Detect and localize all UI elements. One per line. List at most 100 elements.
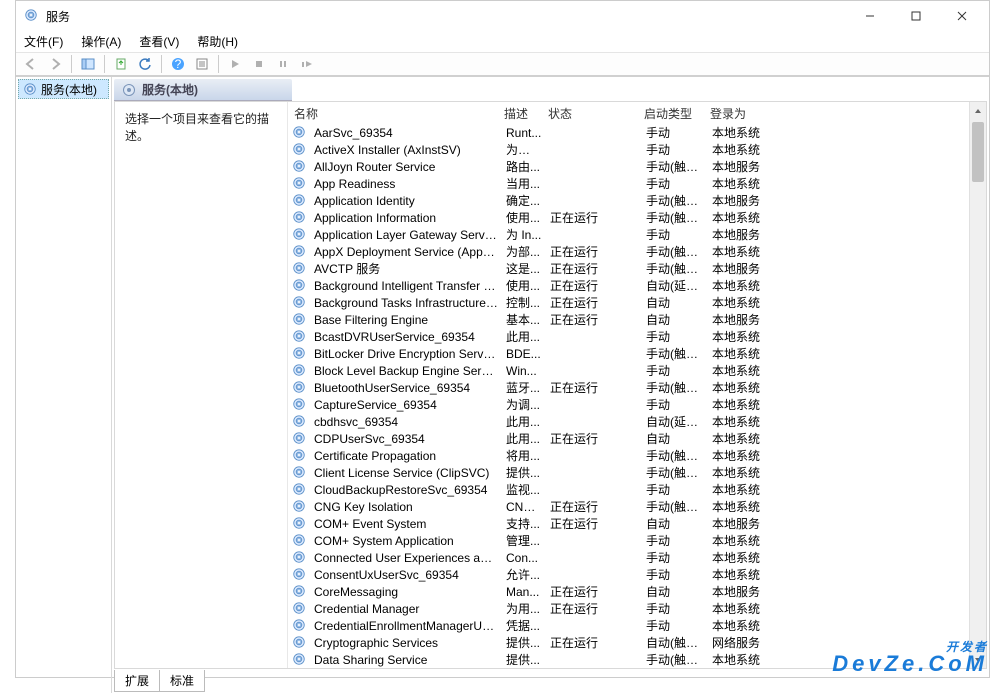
- cell-logon: 网络服务: [708, 634, 778, 651]
- refresh-button[interactable]: [134, 53, 156, 75]
- service-row[interactable]: Application Layer Gateway Service为 In...…: [288, 226, 986, 243]
- service-row[interactable]: ConsentUxUserSvc_69354允许...手动本地系统: [288, 566, 986, 583]
- service-icon: [292, 414, 308, 430]
- cell-desc: 管理...: [502, 532, 546, 549]
- cell-start: 自动: [642, 311, 708, 328]
- cell-name: AppX Deployment Service (AppXSVC): [310, 245, 502, 259]
- cell-name: Background Tasks Infrastructure Service: [310, 296, 502, 310]
- cell-desc: 为部...: [502, 243, 546, 260]
- service-row[interactable]: CloudBackupRestoreSvc_69354监视...手动本地系统: [288, 481, 986, 498]
- service-row[interactable]: AppX Deployment Service (AppXSVC)为部...正在…: [288, 243, 986, 260]
- scroll-up-button[interactable]: [970, 102, 986, 119]
- service-row[interactable]: CNG Key IsolationCNG...正在运行手动(触发...本地系统: [288, 498, 986, 515]
- col-header-status[interactable]: 状态: [542, 105, 638, 122]
- service-row[interactable]: Certificate Propagation将用...手动(触发...本地系统: [288, 447, 986, 464]
- service-icon: [292, 431, 308, 447]
- cell-logon: 本地系统: [708, 430, 778, 447]
- cell-start: 手动: [642, 175, 708, 192]
- cell-start: 手动: [642, 328, 708, 345]
- description-prompt: 选择一个项目来查看它的描述。: [125, 110, 277, 144]
- pause-service-button[interactable]: [272, 53, 294, 75]
- service-row[interactable]: CoreMessagingMan...正在运行自动本地服务: [288, 583, 986, 600]
- cell-logon: 本地系统: [708, 362, 778, 379]
- properties-button[interactable]: [191, 53, 213, 75]
- cell-name: COM+ Event System: [310, 517, 502, 531]
- col-header-name[interactable]: 名称: [288, 105, 498, 122]
- cell-logon: 本地系统: [708, 243, 778, 260]
- export-list-button[interactable]: [110, 53, 132, 75]
- service-row[interactable]: Application Information使用...正在运行手动(触发...…: [288, 209, 986, 226]
- cell-name: Certificate Propagation: [310, 449, 502, 463]
- cell-logon: 本地系统: [708, 328, 778, 345]
- col-header-start[interactable]: 启动类型: [638, 105, 704, 122]
- cell-start: 手动(触发...: [642, 345, 708, 362]
- cell-logon: 本地服务: [708, 226, 778, 243]
- cell-desc: 使用...: [502, 209, 546, 226]
- stop-service-button[interactable]: [248, 53, 270, 75]
- service-row[interactable]: Connected User Experiences and Telemetry…: [288, 549, 986, 566]
- service-row[interactable]: COM+ System Application管理...手动本地系统: [288, 532, 986, 549]
- cell-start: 手动(触发...: [642, 158, 708, 175]
- cell-logon: 本地系统: [708, 277, 778, 294]
- col-header-desc[interactable]: 描述: [498, 105, 542, 122]
- service-row[interactable]: BluetoothUserService_69354蓝牙...正在运行手动(触发…: [288, 379, 986, 396]
- column-headers: 名称 描述 状态 启动类型 登录为: [288, 102, 986, 124]
- service-row[interactable]: AllJoyn Router Service路由...手动(触发...本地服务: [288, 158, 986, 175]
- cell-desc: 此用...: [502, 430, 546, 447]
- service-row[interactable]: AarSvc_69354Runt...手动本地系统: [288, 124, 986, 141]
- service-row[interactable]: CDPUserSvc_69354此用...正在运行自动本地系统: [288, 430, 986, 447]
- cell-logon: 本地系统: [708, 617, 778, 634]
- cell-name: CloudBackupRestoreSvc_69354: [310, 483, 502, 497]
- service-row[interactable]: Base Filtering Engine基本...正在运行自动本地服务: [288, 311, 986, 328]
- service-row[interactable]: CredentialEnrollmentManagerUserSvc_69...…: [288, 617, 986, 634]
- close-button[interactable]: [939, 1, 985, 31]
- service-rows: AarSvc_69354Runt...手动本地系统ActiveX Install…: [288, 124, 986, 668]
- vertical-scrollbar[interactable]: [969, 102, 986, 668]
- service-row[interactable]: cbdhsvc_69354此用...自动(延迟...本地系统: [288, 413, 986, 430]
- cell-desc: 允许...: [502, 566, 546, 583]
- cell-name: AarSvc_69354: [310, 126, 502, 140]
- service-row[interactable]: CaptureService_69354为调...手动本地系统: [288, 396, 986, 413]
- service-row[interactable]: Block Level Backup Engine ServiceWin...手…: [288, 362, 986, 379]
- cell-name: Client License Service (ClipSVC): [310, 466, 502, 480]
- cell-name: CaptureService_69354: [310, 398, 502, 412]
- menu-view[interactable]: 查看(V): [137, 31, 181, 52]
- service-row[interactable]: ActiveX Installer (AxInstSV)为从 ...手动本地系统: [288, 141, 986, 158]
- minimize-button[interactable]: [847, 1, 893, 31]
- maximize-button[interactable]: [893, 1, 939, 31]
- service-row[interactable]: App Readiness当用...手动本地系统: [288, 175, 986, 192]
- tree-root-services-local[interactable]: 服务(本地): [18, 79, 109, 99]
- service-icon: [292, 261, 308, 277]
- service-row[interactable]: BcastDVRUserService_69354此用... 手动本地系统: [288, 328, 986, 345]
- service-row[interactable]: Credential Manager为用...正在运行手动本地系统: [288, 600, 986, 617]
- service-row[interactable]: COM+ Event System支持...正在运行自动本地服务: [288, 515, 986, 532]
- service-icon: [292, 193, 308, 209]
- service-icon: [292, 159, 308, 175]
- service-row[interactable]: Background Intelligent Transfer Service使…: [288, 277, 986, 294]
- service-row[interactable]: Application Identity确定...手动(触发...本地服务: [288, 192, 986, 209]
- menu-help[interactable]: 帮助(H): [195, 31, 240, 52]
- menu-action[interactable]: 操作(A): [79, 31, 123, 52]
- details-header: 服务(本地): [114, 79, 292, 101]
- cell-name: BcastDVRUserService_69354: [310, 330, 502, 344]
- cell-start: 手动(触发...: [642, 651, 708, 668]
- services-icon: [24, 8, 40, 24]
- service-icon: [292, 516, 308, 532]
- help-button[interactable]: ?: [167, 53, 189, 75]
- menu-file[interactable]: 文件(F): [22, 31, 65, 52]
- forward-button[interactable]: [44, 53, 66, 75]
- back-button[interactable]: [20, 53, 42, 75]
- service-icon: [292, 533, 308, 549]
- show-hide-tree-button[interactable]: [77, 53, 99, 75]
- service-row[interactable]: BitLocker Drive Encryption ServiceBDE...…: [288, 345, 986, 362]
- col-header-logon[interactable]: 登录为: [704, 105, 774, 122]
- service-row[interactable]: Client License Service (ClipSVC)提供...手动(…: [288, 464, 986, 481]
- start-service-button[interactable]: [224, 53, 246, 75]
- cell-desc: BDE...: [502, 347, 546, 361]
- service-row[interactable]: Background Tasks Infrastructure Service控…: [288, 294, 986, 311]
- cell-desc: 此用...: [502, 328, 546, 345]
- scroll-thumb[interactable]: [972, 122, 984, 182]
- service-icon: [292, 618, 308, 634]
- restart-service-button[interactable]: [296, 53, 318, 75]
- service-row[interactable]: AVCTP 服务这是...正在运行手动(触发...本地服务: [288, 260, 986, 277]
